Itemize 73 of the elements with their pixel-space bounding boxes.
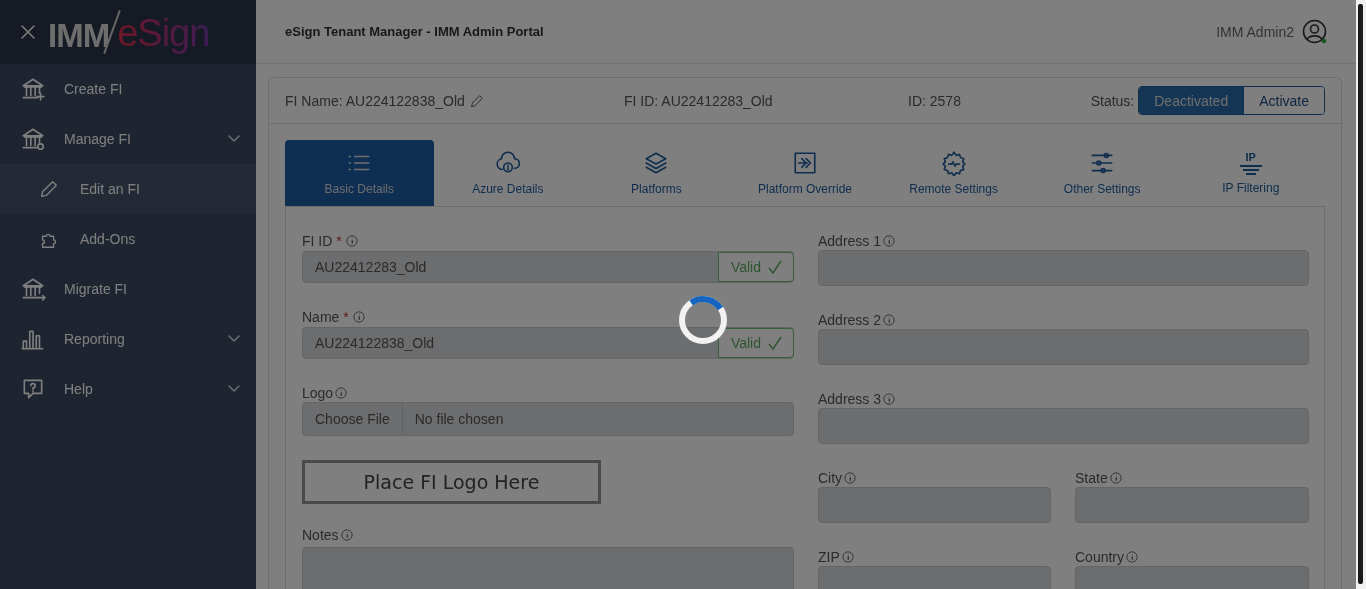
field-label: Logo — [302, 385, 334, 401]
field-label: Address 3 — [818, 391, 882, 407]
info-icon[interactable] — [352, 311, 365, 323]
info-icon[interactable] — [335, 387, 348, 399]
required-mark: * — [343, 309, 349, 325]
info-icon[interactable] — [1126, 551, 1139, 563]
info-icon[interactable] — [883, 314, 896, 326]
info-icon[interactable] — [883, 235, 896, 247]
pencil-icon[interactable] — [468, 92, 485, 109]
logo: IMM eSign — [48, 9, 210, 55]
bank-icon — [20, 126, 46, 152]
field-label: Address 1 — [818, 233, 882, 249]
user-name[interactable]: IMM Admin2 — [1216, 23, 1294, 40]
status-label: Status: — [1090, 92, 1135, 109]
close-icon[interactable] — [20, 24, 36, 40]
file-input[interactable]: Choose File No file chosen — [302, 402, 794, 436]
tab[interactable]: Azure Details — [433, 140, 583, 206]
field-label: Notes — [302, 527, 339, 543]
chevron-down-icon — [228, 385, 240, 393]
sidebar-item[interactable]: Manage FI — [0, 114, 256, 164]
sidebar-subitem[interactable]: Add-Ons — [0, 214, 256, 264]
info-icon[interactable] — [841, 551, 854, 563]
text-field[interactable] — [1075, 487, 1309, 523]
field-label: Country — [1075, 549, 1125, 565]
bank-icon — [20, 276, 46, 302]
arrow-box-icon — [792, 150, 818, 176]
tab[interactable]: Basic Details — [285, 140, 434, 206]
logo-drop-field[interactable]: Place FI Logo Here — [302, 460, 601, 504]
field-label: Address 2 — [818, 312, 882, 328]
status-option[interactable]: Deactivated — [1139, 87, 1244, 114]
tab[interactable]: Platforms — [582, 140, 731, 206]
text-field[interactable] — [818, 408, 1309, 444]
sidebar-item[interactable]: Create FI — [0, 64, 256, 114]
scrollbar[interactable] — [1356, 0, 1366, 589]
text-field[interactable]: AU22412283_Old Valid — [302, 251, 794, 283]
pencil-icon — [38, 178, 60, 200]
info-icon[interactable] — [844, 472, 857, 484]
valid-indicator: Valid — [717, 252, 794, 282]
field-label: State — [1075, 470, 1108, 486]
sidebar-item[interactable]: Reporting — [0, 314, 256, 364]
tab[interactable]: IP IP Filtering — [1176, 140, 1326, 206]
sliders-icon — [1089, 150, 1116, 176]
chevron-down-icon — [228, 335, 240, 343]
chevron-down-icon — [228, 135, 240, 143]
fi-name: FI Name: AU224122838_Old — [285, 92, 465, 109]
tab[interactable]: Platform Override — [730, 140, 880, 206]
text-field[interactable] — [818, 487, 1051, 523]
text-field[interactable] — [818, 329, 1309, 365]
info-icon[interactable] — [340, 529, 353, 541]
layers-icon — [643, 150, 670, 176]
text-field[interactable]: AU224122838_Old Valid — [302, 327, 794, 359]
gear-icon — [940, 150, 967, 176]
sidebar-subitem[interactable]: Edit an FI — [0, 164, 256, 214]
tab[interactable]: Remote Settings — [879, 140, 1028, 206]
valid-indicator: Valid — [717, 328, 794, 358]
sidebar-item[interactable]: Help — [0, 364, 256, 414]
status-option[interactable]: Activate — [1243, 87, 1324, 114]
info-icon[interactable] — [1109, 472, 1122, 484]
field-label: ZIP — [818, 549, 840, 565]
info-icon[interactable] — [883, 393, 896, 405]
field-label: Name — [302, 309, 340, 325]
record-id: ID: 2578 — [908, 92, 962, 109]
page-title: eSign Tenant Manager - IMM Admin Portal — [285, 24, 545, 39]
user-avatar-icon[interactable] — [1302, 18, 1328, 45]
text-field[interactable] — [818, 250, 1309, 286]
info-icon[interactable] — [345, 235, 358, 247]
field-label: City — [818, 470, 843, 486]
bank-icon — [20, 76, 46, 102]
sidebar-item[interactable]: Migrate FI — [0, 264, 256, 314]
fi-id: FI ID: AU22412283_Old — [624, 92, 774, 109]
tab[interactable]: Other Settings — [1027, 140, 1177, 206]
required-mark: * — [336, 233, 342, 249]
field-label: FI ID — [302, 233, 333, 249]
